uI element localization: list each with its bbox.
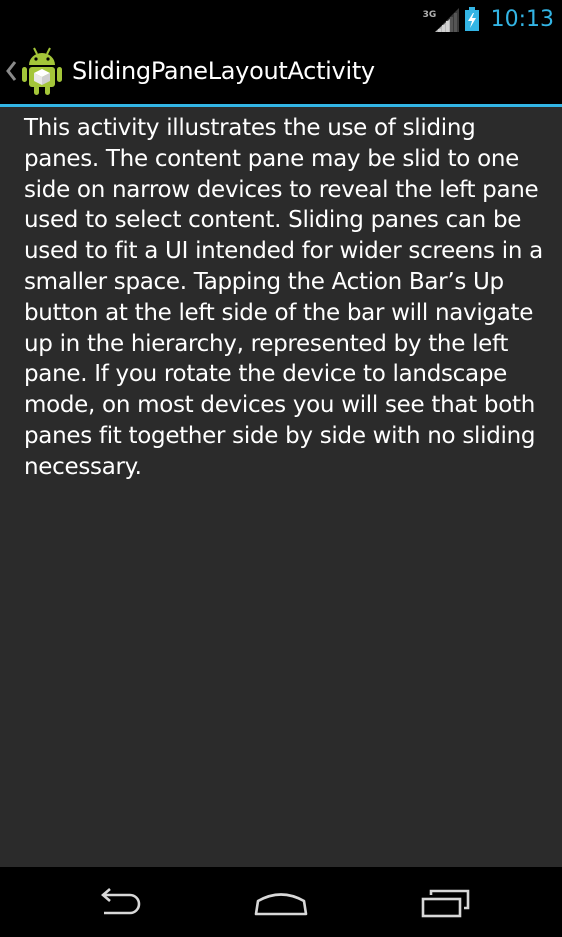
status-bar: 3G 10:13: [0, 0, 562, 38]
up-chevron-icon[interactable]: [4, 56, 18, 86]
content-pane: This activity illustrates the use of sli…: [0, 107, 562, 867]
clock: 10:13: [490, 6, 554, 32]
home-button[interactable]: [241, 881, 321, 925]
back-button[interactable]: [78, 881, 158, 925]
action-bar: SlidingPaneLayoutActivity: [0, 38, 562, 107]
description-text: This activity illustrates the use of sli…: [24, 115, 543, 480]
back-icon: [101, 888, 141, 915]
navigation-bar: [0, 867, 562, 937]
battery-charging-icon: [464, 7, 479, 31]
network-type-label: 3G: [422, 10, 437, 20]
android-app-icon[interactable]: [20, 46, 64, 96]
screen: 3G 10:13 SlidingPaneLayoutActivity This …: [0, 0, 562, 937]
signal-icon: 3G: [423, 6, 459, 32]
recent-apps-button[interactable]: [406, 881, 486, 925]
home-icon: [254, 893, 308, 916]
recent-apps-icon: [421, 889, 470, 918]
action-bar-title: SlidingPaneLayoutActivity: [72, 57, 375, 85]
status-icons: 3G 10:13: [423, 0, 554, 38]
